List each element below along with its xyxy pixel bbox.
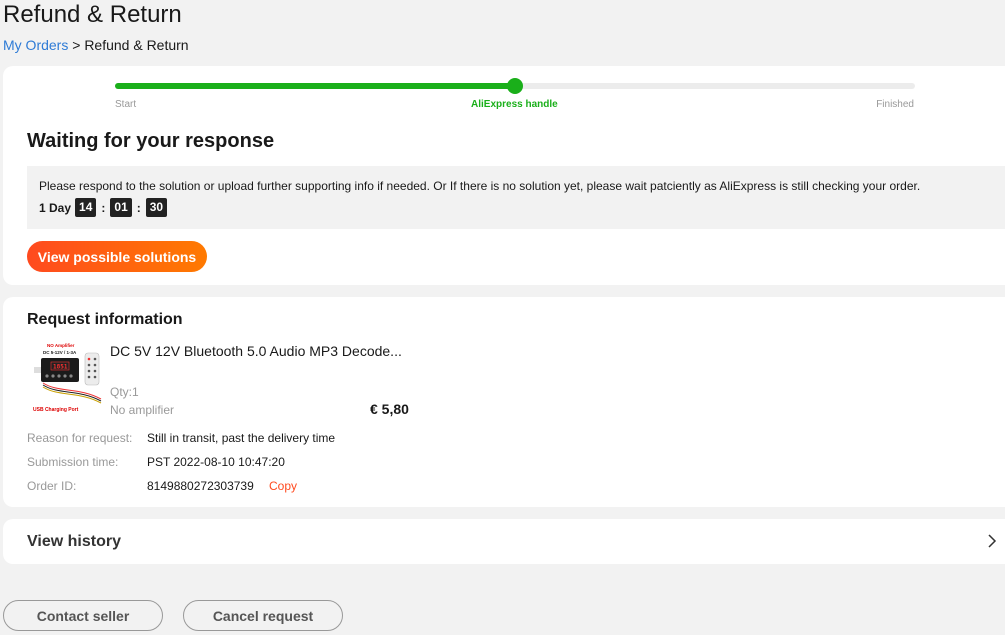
- step-finished-label: Finished: [876, 99, 914, 110]
- page-title: Refund & Return: [3, 1, 182, 28]
- breadcrumb: My Orders > Refund & Return: [3, 37, 189, 53]
- breadcrumb-separator: >: [72, 37, 81, 53]
- step-current-label: AliExpress handle: [471, 99, 558, 110]
- contact-seller-button[interactable]: Contact seller: [3, 600, 163, 631]
- reason-value: Still in transit, past the delivery time: [147, 431, 336, 445]
- breadcrumb-current: Refund & Return: [84, 37, 189, 53]
- countdown-seconds: 30: [145, 198, 168, 217]
- view-history-row[interactable]: View history: [3, 519, 1005, 564]
- countdown-minutes: 01: [110, 198, 132, 217]
- svg-text:NO Amplifier: NO Amplifier: [47, 343, 75, 348]
- order-id-value: 8149880272303739: [147, 479, 254, 493]
- product-thumbnail[interactable]: NO Amplifier DC 5-12V / 1-3A 1851 USB Ch…: [29, 341, 107, 415]
- notice-text: Please respond to the solution or upload…: [39, 179, 921, 193]
- progress-current-dot: [507, 78, 523, 94]
- status-heading: Waiting for your response: [27, 130, 275, 152]
- notice-box: Please respond to the solution or upload…: [27, 166, 1005, 229]
- countdown-separator: :: [136, 200, 141, 215]
- countdown-separator: :: [101, 200, 106, 215]
- countdown-timer: 1 Day 14 : 01 : 30: [39, 198, 168, 217]
- order-id-label: Order ID:: [27, 479, 77, 493]
- reason-label: Reason for request:: [27, 431, 133, 445]
- copy-order-id-link[interactable]: Copy: [269, 479, 297, 493]
- step-start-label: Start: [115, 99, 137, 110]
- status-card: Start AliExpress handle Finished Waiting…: [3, 66, 1005, 285]
- svg-text:1851: 1851: [53, 364, 68, 371]
- progress-track: [115, 78, 915, 94]
- breadcrumb-my-orders-link[interactable]: My Orders: [3, 37, 68, 53]
- view-history-label: View history: [27, 533, 121, 550]
- product-variant: No amplifier: [110, 403, 175, 417]
- chevron-right-icon: [988, 534, 997, 548]
- request-heading: Request information: [27, 311, 183, 328]
- cancel-request-button[interactable]: Cancel request: [183, 600, 343, 631]
- svg-text:DC 5-12V / 1-3A: DC 5-12V / 1-3A: [43, 350, 77, 355]
- view-solutions-button[interactable]: View possible solutions: [27, 241, 207, 272]
- countdown-day: 1 Day: [39, 200, 72, 215]
- submission-time-label: Submission time:: [27, 455, 119, 469]
- product-title[interactable]: DC 5V 12V Bluetooth 5.0 Audio MP3 Decode…: [110, 343, 402, 359]
- product-quantity: Qty:1: [110, 385, 139, 399]
- submission-time-value: PST 2022-08-10 10:47:20: [147, 455, 285, 469]
- product-price: € 5,80: [370, 401, 409, 417]
- progress-fill: [115, 83, 515, 89]
- svg-text:USB Charging Port: USB Charging Port: [33, 407, 79, 413]
- countdown-hours: 14: [75, 198, 97, 217]
- request-card: Request information NO Amplifier DC 5-12…: [3, 297, 1005, 507]
